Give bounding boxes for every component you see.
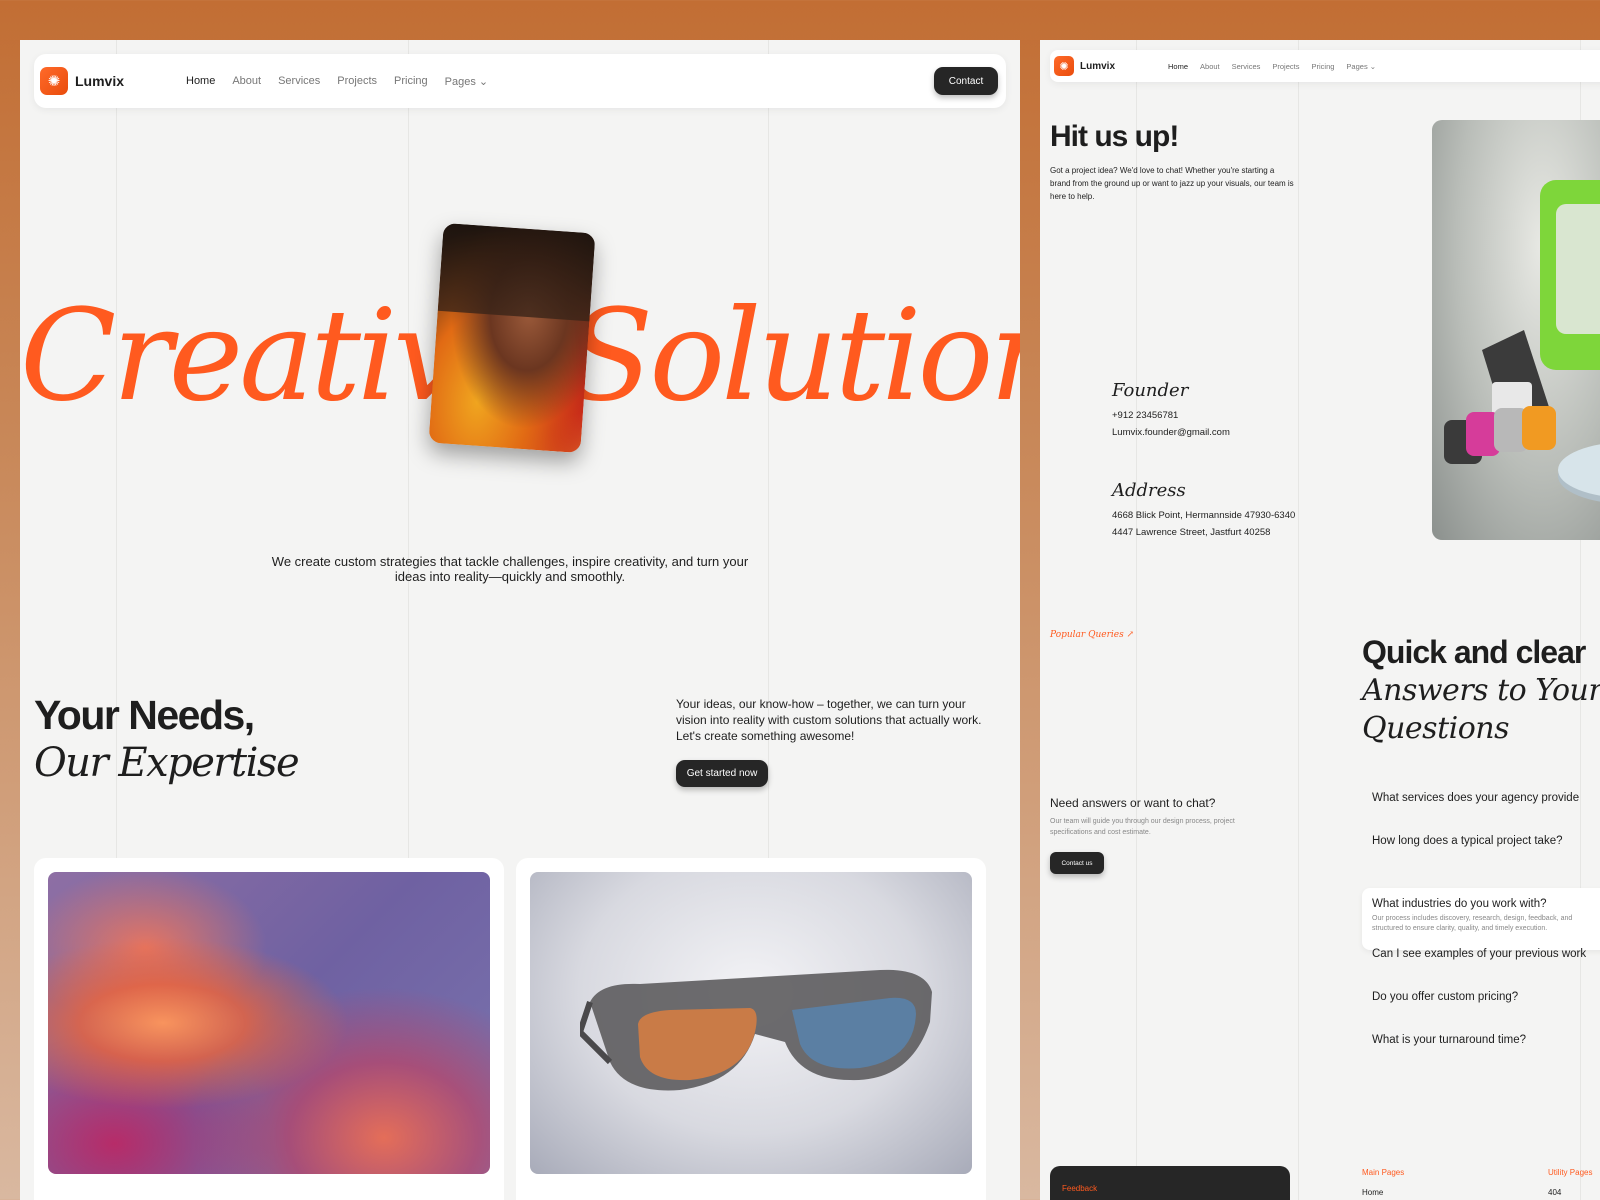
hero-subtitle: We create custom strategies that tackle … — [271, 554, 749, 584]
brand-name[interactable]: Lumvix — [1080, 61, 1168, 72]
faq-answer-line-2: structured to ensure clarity, quality, a… — [1372, 925, 1548, 932]
navbar: ✺ Lumvix Home About Services Projects Pr… — [1050, 50, 1600, 82]
faq-tag[interactable]: Popular Queries ↗ — [1050, 630, 1134, 640]
faq-subtitle-line-2: Questions — [1362, 711, 1510, 746]
faq-question[interactable]: What is your turnaround time? — [1372, 1034, 1526, 1046]
faq-question[interactable]: How long does a typical project take? — [1372, 835, 1563, 847]
faq-subtitle-line-1: Answers to Your key — [1362, 673, 1600, 708]
footer-link-404[interactable]: 404 — [1548, 1188, 1561, 1197]
hero-portrait-image — [428, 222, 596, 454]
contact-title: Hit us up! — [1050, 120, 1179, 153]
contact-description: Got a project idea? We'd love to chat! W… — [1050, 166, 1294, 201]
retro-gadgets-illustration — [1444, 180, 1600, 502]
nav-about[interactable]: About — [1200, 62, 1220, 71]
nav-services[interactable]: Services — [278, 75, 320, 87]
contact-button[interactable]: Contact — [934, 67, 998, 95]
faq-question: What industries do you work with? — [1372, 898, 1547, 910]
faq-answer: Our process includes discovery, research… — [1372, 914, 1600, 934]
nav-projects[interactable]: Projects — [337, 75, 377, 87]
flower-image — [48, 872, 490, 1174]
nav-about[interactable]: About — [232, 75, 261, 87]
project-card[interactable] — [516, 858, 986, 1200]
nav-services[interactable]: Services — [1232, 62, 1261, 71]
contact-us-button[interactable]: Contact us — [1050, 852, 1104, 874]
nav-pages-label: Pages — [1346, 61, 1368, 71]
contact-page-panel: ✺ Lumvix Home About Services Projects Pr… — [1040, 40, 1600, 1200]
section-title: Your Needs, — [34, 692, 255, 738]
feedback-label: Feedback — [1062, 1184, 1098, 1193]
section-description: Your ideas, our know-how – together, we … — [676, 697, 982, 743]
nav-pricing[interactable]: Pricing — [1311, 62, 1334, 71]
retro-gadgets-image — [1432, 120, 1600, 540]
faq-question-expanded[interactable]: What industries do you work with? Our pr… — [1362, 888, 1600, 950]
nav-links: Home About Services Projects Pricing Pag… — [186, 75, 505, 88]
home-page-panel: ✺ Lumvix Home About Services Projects Pr… — [20, 40, 1020, 1200]
navbar: ✺ Lumvix Home About Services Projects Pr… — [34, 54, 1006, 108]
nav-pricing[interactable]: Pricing — [394, 75, 428, 87]
chevron-down-icon: ⌄ — [478, 75, 489, 88]
section-subtitle: Our Expertise — [34, 740, 300, 786]
faq-question[interactable]: Can I see examples of your previous work — [1372, 948, 1586, 960]
faq-question[interactable]: What services does your agency provide — [1372, 792, 1579, 804]
founder-phone[interactable]: +912 23456781 — [1112, 410, 1178, 421]
nav-pages-label: Pages — [444, 75, 476, 88]
faq-answer-line-1: Our process includes discovery, research… — [1372, 915, 1573, 922]
address-line-2: 4447 Lawrence Street, Jastfurt 40258 — [1112, 527, 1271, 538]
address-label: Address — [1112, 480, 1186, 501]
logo-icon[interactable]: ✺ — [40, 67, 68, 95]
nav-links: Home About Services Projects Pricing Pag… — [1168, 62, 1388, 71]
nav-projects[interactable]: Projects — [1272, 62, 1299, 71]
nav-pages[interactable]: Pages ⌄ — [445, 75, 488, 88]
address-line-1: 4668 Blick Point, Hermannside 47930-6340 — [1112, 510, 1296, 521]
footer-link-home[interactable]: Home — [1362, 1188, 1383, 1197]
sunglasses-image — [530, 872, 972, 1174]
get-started-button[interactable]: Get started now — [676, 760, 768, 787]
founder-email[interactable]: Lumvix.founder@gmail.com — [1112, 427, 1230, 438]
nav-home[interactable]: Home — [186, 75, 215, 87]
footer-utility-pages-heading: Utility Pages — [1548, 1168, 1593, 1177]
logo-icon[interactable]: ✺ — [1054, 56, 1074, 76]
chat-description: Our team will guide you through our desi… — [1050, 818, 1235, 836]
brand-name[interactable]: Lumvix — [75, 73, 186, 89]
chevron-down-icon: ⌄ — [1369, 61, 1377, 71]
faq-subtitle: Answers to Your key Questions — [1362, 672, 1600, 748]
feedback-card: Feedback — [1050, 1166, 1290, 1200]
chat-title: Need answers or want to chat? — [1050, 796, 1216, 810]
project-card[interactable] — [34, 858, 504, 1200]
footer-main-pages-heading: Main Pages — [1362, 1168, 1405, 1177]
nav-home[interactable]: Home — [1168, 62, 1188, 71]
faq-question[interactable]: Do you offer custom pricing? — [1372, 991, 1518, 1003]
founder-label: Founder — [1112, 380, 1189, 401]
nav-pages[interactable]: Pages ⌄ — [1346, 62, 1376, 71]
sunglasses-illustration — [580, 969, 932, 1091]
faq-title: Quick and clear — [1362, 634, 1586, 670]
